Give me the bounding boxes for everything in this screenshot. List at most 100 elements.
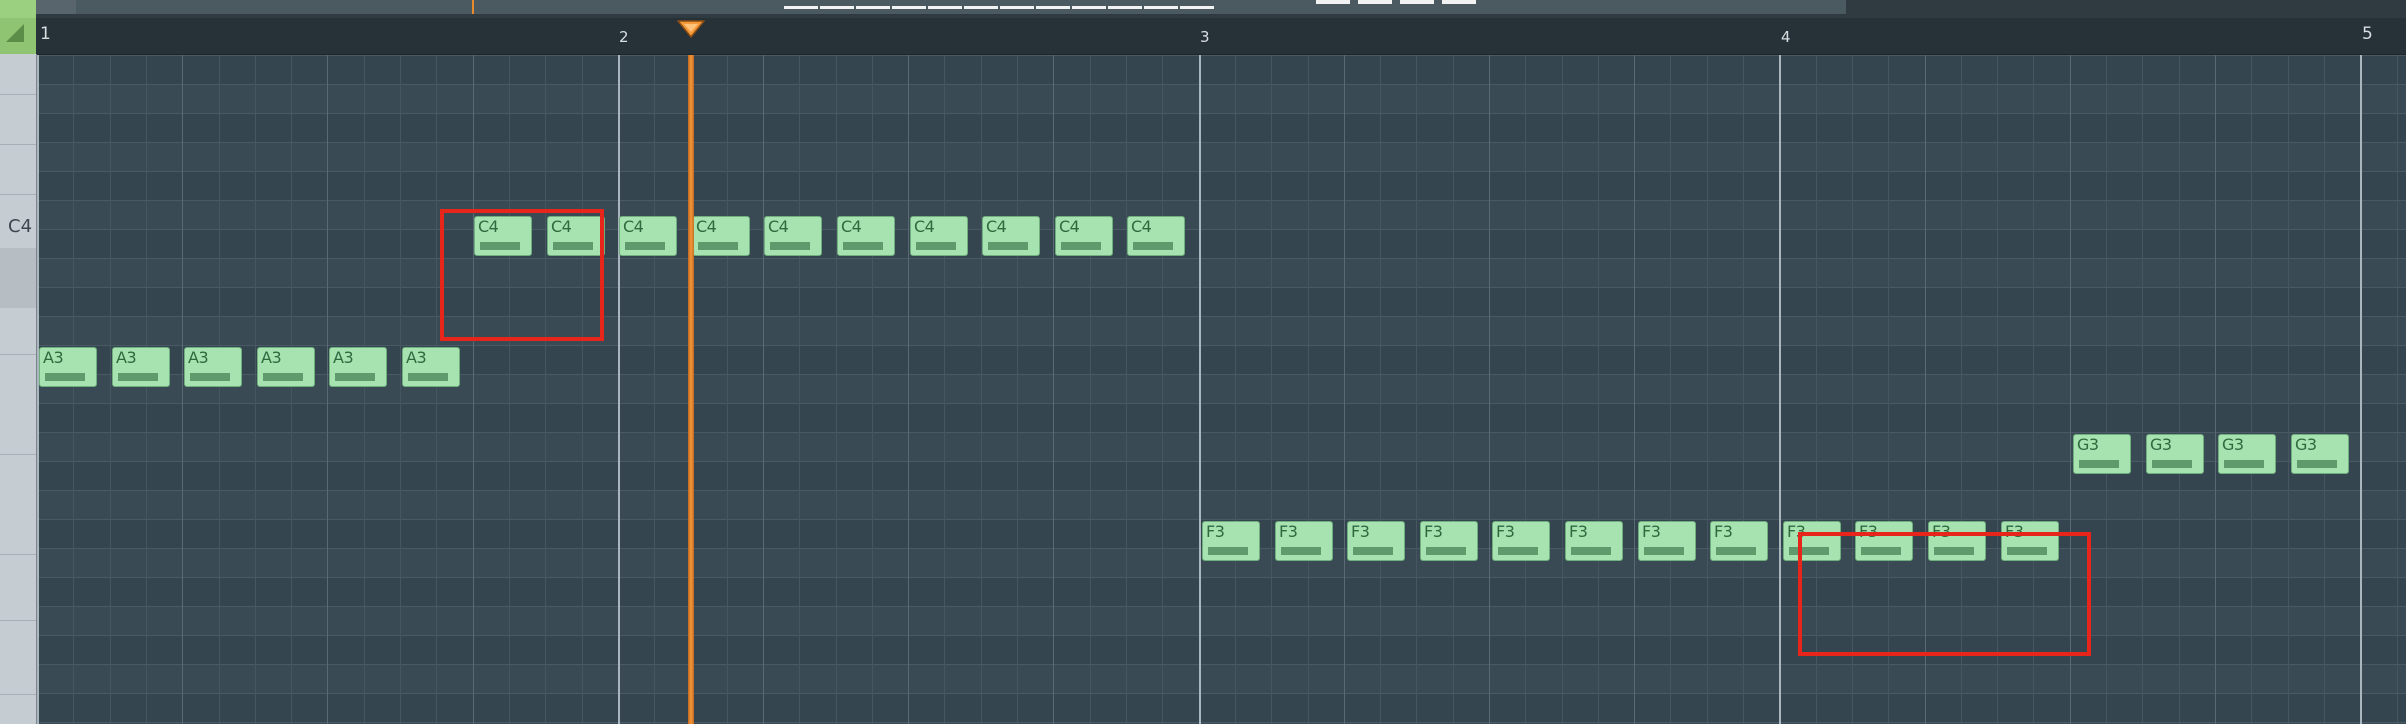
overview-note xyxy=(1108,6,1142,9)
note-label: F3 xyxy=(1496,522,1515,541)
note-label: G3 xyxy=(2295,435,2317,454)
note-c4[interactable]: C4 xyxy=(982,216,1040,256)
note-label: G3 xyxy=(2077,435,2099,454)
note-label: C4 xyxy=(1131,217,1152,236)
grid-row-line xyxy=(37,200,2406,201)
grid-row-band xyxy=(37,258,2406,287)
grid-row-line xyxy=(37,519,2406,520)
note-velocity-bar xyxy=(1644,547,1684,555)
note-label: A3 xyxy=(188,348,209,367)
note-velocity-bar xyxy=(45,373,85,381)
note-f3[interactable]: F3 xyxy=(1275,521,1333,561)
grid-row-band xyxy=(37,374,2406,403)
note-a3[interactable]: A3 xyxy=(329,347,387,387)
playhead-line[interactable] xyxy=(688,55,694,724)
grid-step-line xyxy=(1743,55,1744,724)
grid-step-line xyxy=(1235,55,1236,724)
note-label: C4 xyxy=(986,217,1007,236)
time-ruler[interactable]: 1 2 3 4 5 xyxy=(36,18,2406,55)
note-g3[interactable]: G3 xyxy=(2073,434,2131,474)
piano-keyboard[interactable] xyxy=(0,54,37,724)
note-label: A3 xyxy=(333,348,354,367)
grid-step-line xyxy=(182,55,183,724)
note-c4[interactable]: C4 xyxy=(837,216,895,256)
playhead-marker-icon[interactable] xyxy=(677,20,705,38)
grid-row-line xyxy=(37,316,2406,317)
note-a3[interactable]: A3 xyxy=(39,347,97,387)
grid-row-line xyxy=(37,258,2406,259)
note-c4[interactable]: C4 xyxy=(692,216,750,256)
note-f3[interactable]: F3 xyxy=(1710,521,1768,561)
overview-note xyxy=(928,6,962,9)
note-a3[interactable]: A3 xyxy=(184,347,242,387)
note-velocity-bar xyxy=(263,373,303,381)
note-g3[interactable]: G3 xyxy=(2291,434,2349,474)
note-velocity-bar xyxy=(2224,460,2264,468)
grid-step-line xyxy=(836,55,837,724)
grid-step-line xyxy=(1017,55,1018,724)
grid-step-line xyxy=(1380,55,1381,724)
grid-step-line xyxy=(2179,55,2180,724)
note-a3[interactable]: A3 xyxy=(257,347,315,387)
note-f3[interactable]: F3 xyxy=(1420,521,1478,561)
grid-row-line xyxy=(37,113,2406,114)
piano-key-label: C4 xyxy=(8,216,33,237)
grid-step-line xyxy=(1416,55,1417,724)
grid-bar-line xyxy=(37,55,39,724)
top-toolbar xyxy=(0,0,2406,18)
grid-row-band xyxy=(37,142,2406,171)
note-c4[interactable]: C4 xyxy=(1127,216,1185,256)
note-g3[interactable]: G3 xyxy=(2146,434,2204,474)
note-velocity-bar xyxy=(2152,460,2192,468)
grid-row-band xyxy=(37,664,2406,693)
note-c4[interactable]: C4 xyxy=(619,216,677,256)
note-velocity-bar xyxy=(190,373,230,381)
key-divider xyxy=(0,554,36,555)
grid-row-line xyxy=(37,403,2406,404)
note-c4[interactable]: C4 xyxy=(910,216,968,256)
bar-label-1: 1 xyxy=(40,24,51,44)
overview-note xyxy=(892,6,926,9)
grid-step-line xyxy=(1562,55,1563,724)
note-velocity-bar xyxy=(1716,547,1756,555)
grid-step-line xyxy=(73,55,74,724)
note-a3[interactable]: A3 xyxy=(402,347,460,387)
note-velocity-bar xyxy=(1281,547,1321,555)
piano-key-c4[interactable] xyxy=(0,248,36,308)
toolbar-corner-button[interactable] xyxy=(0,0,36,18)
note-velocity-bar xyxy=(2297,460,2337,468)
grid-step-line xyxy=(582,55,583,724)
note-f3[interactable]: F3 xyxy=(1565,521,1623,561)
grid-row-line xyxy=(37,490,2406,491)
note-label: C4 xyxy=(696,217,717,236)
key-divider xyxy=(0,94,36,95)
grid-row-line xyxy=(37,287,2406,288)
resize-triangle-icon xyxy=(6,24,24,42)
grid-step-line xyxy=(654,55,655,724)
overview-note xyxy=(1358,0,1392,4)
note-f3[interactable]: F3 xyxy=(1347,521,1405,561)
grid-row-line xyxy=(37,461,2406,462)
note-label: F3 xyxy=(1569,522,1588,541)
pattern-overview-scrollbar[interactable] xyxy=(76,0,1846,14)
grid-step-line xyxy=(727,55,728,724)
grid-row-band xyxy=(37,84,2406,113)
grid-step-line xyxy=(2106,55,2107,724)
grid-row-band xyxy=(37,316,2406,345)
note-c4[interactable]: C4 xyxy=(764,216,822,256)
grid-step-line xyxy=(1453,55,1454,724)
toolbar-tool-button[interactable] xyxy=(36,0,77,14)
note-label: C4 xyxy=(768,217,789,236)
note-f3[interactable]: F3 xyxy=(1638,521,1696,561)
note-f3[interactable]: F3 xyxy=(1492,521,1550,561)
grid-step-line xyxy=(2397,55,2398,724)
note-velocity-bar xyxy=(770,242,810,250)
note-velocity-bar xyxy=(1133,242,1173,250)
note-f3[interactable]: F3 xyxy=(1202,521,1260,561)
grid-step-line xyxy=(799,55,800,724)
ruler-corner-button[interactable] xyxy=(0,18,36,54)
grid-step-line xyxy=(110,55,111,724)
note-a3[interactable]: A3 xyxy=(112,347,170,387)
note-g3[interactable]: G3 xyxy=(2218,434,2276,474)
note-c4[interactable]: C4 xyxy=(1055,216,1113,256)
